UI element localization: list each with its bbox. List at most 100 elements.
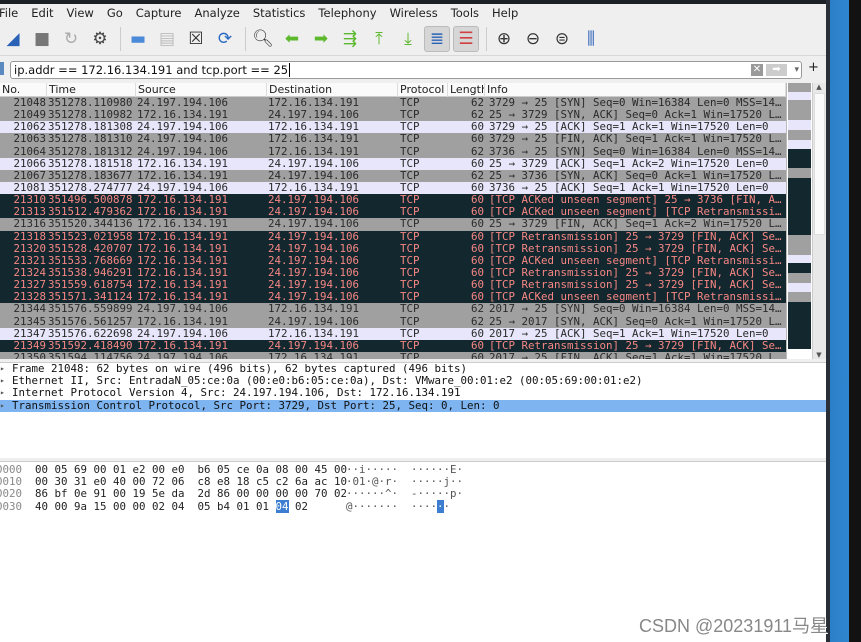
packet-list-header: No. Time Source Destination Protocol Length In…	[0, 83, 786, 97]
packet-proto: TCP	[400, 230, 420, 243]
zoom-in-icon[interactable]: ⊕	[491, 26, 517, 52]
packet-dst: 24.197.194.106	[268, 218, 360, 231]
last-packet-icon[interactable]: ⤓	[395, 26, 421, 52]
resize-columns-icon[interactable]: ⫼	[578, 26, 604, 52]
menu-capture[interactable]: Capture	[136, 6, 182, 20]
column-header-time[interactable]: Time	[47, 83, 136, 97]
menu-statistics[interactable]: Statistics	[253, 6, 306, 20]
packet-len: 62	[470, 169, 484, 182]
options-gear-icon[interactable]: ⚙	[87, 26, 113, 52]
expand-arrow-icon[interactable]: ▸	[0, 363, 5, 375]
menu-file[interactable]: File	[0, 6, 18, 20]
menu-go[interactable]: Go	[107, 6, 123, 20]
shark-fin-start-icon[interactable]: ◢	[0, 26, 26, 52]
apply-filter-arrow-icon[interactable]: ➡	[766, 64, 787, 76]
packet-row[interactable]: 21316 351520.344136 172.16.134.191 24.197.1…	[0, 218, 786, 231]
packet-row[interactable]: 21320 351528.420707 172.16.134.191 24.197.1…	[0, 242, 786, 255]
packet-row[interactable]: 21324 351538.946291 172.16.134.191 24.197.1…	[0, 266, 786, 280]
packet-no: 21067	[13, 169, 46, 182]
hex-ascii[interactable]: @······· ······	[346, 499, 450, 513]
menu-analyze[interactable]: Analyze	[195, 6, 240, 20]
zoom-out-icon[interactable]: ⊖	[520, 26, 546, 52]
packet-row[interactable]: 21067 351278.183677 172.16.134.191 24.197.1…	[0, 169, 786, 182]
packet-row[interactable]: 21350 351594.114756 24.197.194.106 172.16.1…	[0, 351, 786, 359]
menu-telephony[interactable]: Telephony	[318, 6, 376, 20]
autoscroll-icon[interactable]: ≣	[424, 25, 450, 52]
colorize-icon[interactable]: ☰	[453, 25, 479, 52]
packet-row[interactable]: 21321 351533.768669 172.16.134.191 24.197.1…	[0, 254, 786, 267]
packet-time: 351592.418490	[48, 339, 133, 352]
packet-row[interactable]: 21328 351571.341124 172.16.134.191 24.197.1…	[0, 291, 786, 304]
menu-wireless[interactable]: Wireless	[390, 6, 438, 20]
back-arrow-icon[interactable]: ⬅	[279, 26, 305, 52]
menu-help[interactable]: Help	[492, 6, 518, 20]
packet-list[interactable]: No. Time Source Destination Protocol Length In…	[0, 83, 786, 359]
packet-proto: TCP	[400, 242, 420, 255]
packet-row[interactable]: 21064 351278.181312 24.197.194.106 172.16.1…	[0, 145, 786, 158]
packet-row[interactable]: 21048 351278.110980 24.197.194.106 172.16.1…	[0, 97, 786, 110]
display-filter-input[interactable]: ip.addr == 172.16.134.191 and tcp.port =…	[10, 61, 802, 79]
close-file-icon[interactable]: ☒	[183, 26, 209, 52]
save-file-icon[interactable]: ▤	[154, 26, 180, 52]
packet-row[interactable]: 21347 351576.622698 24.197.194.106 172.16.1…	[0, 327, 786, 340]
packet-row[interactable]: 21066 351278.181518 172.16.134.191 24.197.1…	[0, 157, 786, 170]
packet-len: 62	[470, 303, 484, 316]
clear-filter-icon[interactable]: ✕	[751, 64, 763, 76]
packet-src: 172.16.134.191	[137, 242, 229, 255]
packet-row[interactable]: 21344 351576.559899 24.197.194.106 172.16.1…	[0, 303, 786, 316]
packet-info: [TCP Retransmission] 25 → 3729 [FIN, ACK…	[489, 230, 785, 243]
filter-history-chevron-down-icon[interactable]: ▾	[794, 62, 799, 78]
menu-edit[interactable]: Edit	[31, 6, 53, 20]
menu-view[interactable]: View	[67, 6, 94, 20]
scroll-up-arrow-icon[interactable]: ▲	[813, 83, 825, 91]
main-toolbar: ◢ ■ ↻ ⚙ ▬ ▤ ☒ ⟳ 🔍︎ ⬅ ➡ ⇶ ⤒ ⤓ ≣ ☰ ⊕ ⊖ ⊜ ⫼	[0, 22, 826, 56]
expand-arrow-icon[interactable]: ▸	[0, 400, 5, 412]
packet-row[interactable]: 21318 351523.021958 172.16.134.191 24.197.1…	[0, 230, 786, 243]
add-filter-button[interactable]: +	[808, 60, 819, 75]
detail-tree-item[interactable]: ▸ Transmission Control Protocol, Src Port…	[0, 399, 826, 412]
scrollbar-thumb[interactable]	[814, 93, 825, 235]
open-folder-icon[interactable]: ▬	[125, 26, 151, 52]
packet-row[interactable]: 21081 351278.274777 24.197.194.106 172.16.1…	[0, 181, 786, 195]
packet-row[interactable]: 21062 351278.181308 24.197.194.106 172.16.1…	[0, 121, 786, 134]
packet-minimap[interactable]	[786, 83, 812, 359]
packet-no: 21316	[13, 218, 46, 231]
restart-icon[interactable]: ↻	[58, 26, 84, 52]
packet-row[interactable]: 21345 351576.561257 172.16.134.191 24.197.1…	[0, 315, 786, 328]
packet-no: 21324	[13, 266, 46, 279]
column-header-destination[interactable]: Destination	[267, 83, 398, 97]
expand-arrow-icon[interactable]: ▸	[0, 375, 5, 387]
packet-len: 60	[470, 157, 484, 170]
packet-row[interactable]: 21049 351278.110982 172.16.134.191 24.197.1…	[0, 109, 786, 122]
packet-time: 351559.618754	[48, 279, 133, 292]
find-icon[interactable]: 🔍︎	[250, 26, 276, 52]
goto-packet-icon[interactable]: ⇶	[337, 26, 363, 52]
packet-row[interactable]: 21310 351496.500878 172.16.134.191 24.197.1…	[0, 194, 786, 207]
stop-icon[interactable]: ■	[29, 26, 55, 52]
packet-row[interactable]: 21063 351278.181310 24.197.194.106 172.16.1…	[0, 133, 786, 146]
zoom-normal-icon[interactable]: ⊜	[549, 26, 575, 52]
forward-arrow-icon[interactable]: ➡	[308, 26, 334, 52]
first-packet-icon[interactable]: ⤒	[366, 26, 392, 52]
packet-row[interactable]: 21349 351592.418490 172.16.134.191 24.197.1…	[0, 339, 786, 352]
packet-len: 60	[470, 230, 484, 243]
expand-arrow-icon[interactable]: ▸	[0, 387, 5, 399]
column-header-info[interactable]: Info	[485, 83, 786, 97]
hex-byte-highlight[interactable]: 04	[275, 499, 289, 513]
packet-time: 351278.181310	[48, 133, 133, 146]
scroll-down-arrow-icon[interactable]: ▼	[813, 351, 825, 359]
packet-details-pane[interactable]: ▸ Frame 21048: 62 bytes on wire (496 bits…	[0, 362, 826, 458]
display-filter-bar: ip.addr == 172.16.134.191 and tcp.port =…	[0, 59, 826, 81]
packet-row[interactable]: 21313 351512.479362 172.16.134.191 24.197.1…	[0, 206, 786, 219]
hex-bytes[interactable]: 40 00 9a 15 00 00 02 04 05 b4 01 01 04 0…	[35, 499, 308, 513]
menu-tools[interactable]: Tools	[451, 6, 479, 20]
bookmark-icon[interactable]	[0, 62, 4, 75]
column-header-no[interactable]: No.	[0, 83, 47, 97]
packet-row[interactable]: 21327 351559.618754 172.16.134.191 24.197.1…	[0, 279, 786, 292]
column-header-protocol[interactable]: Protocol	[398, 83, 448, 97]
column-header-length[interactable]: Length	[448, 83, 485, 97]
toolbar-separator	[486, 26, 487, 51]
column-header-source[interactable]: Source	[136, 83, 267, 97]
packet-list-scrollbar[interactable]: ▲ ▼	[812, 83, 826, 359]
reload-icon[interactable]: ⟳	[212, 26, 238, 52]
